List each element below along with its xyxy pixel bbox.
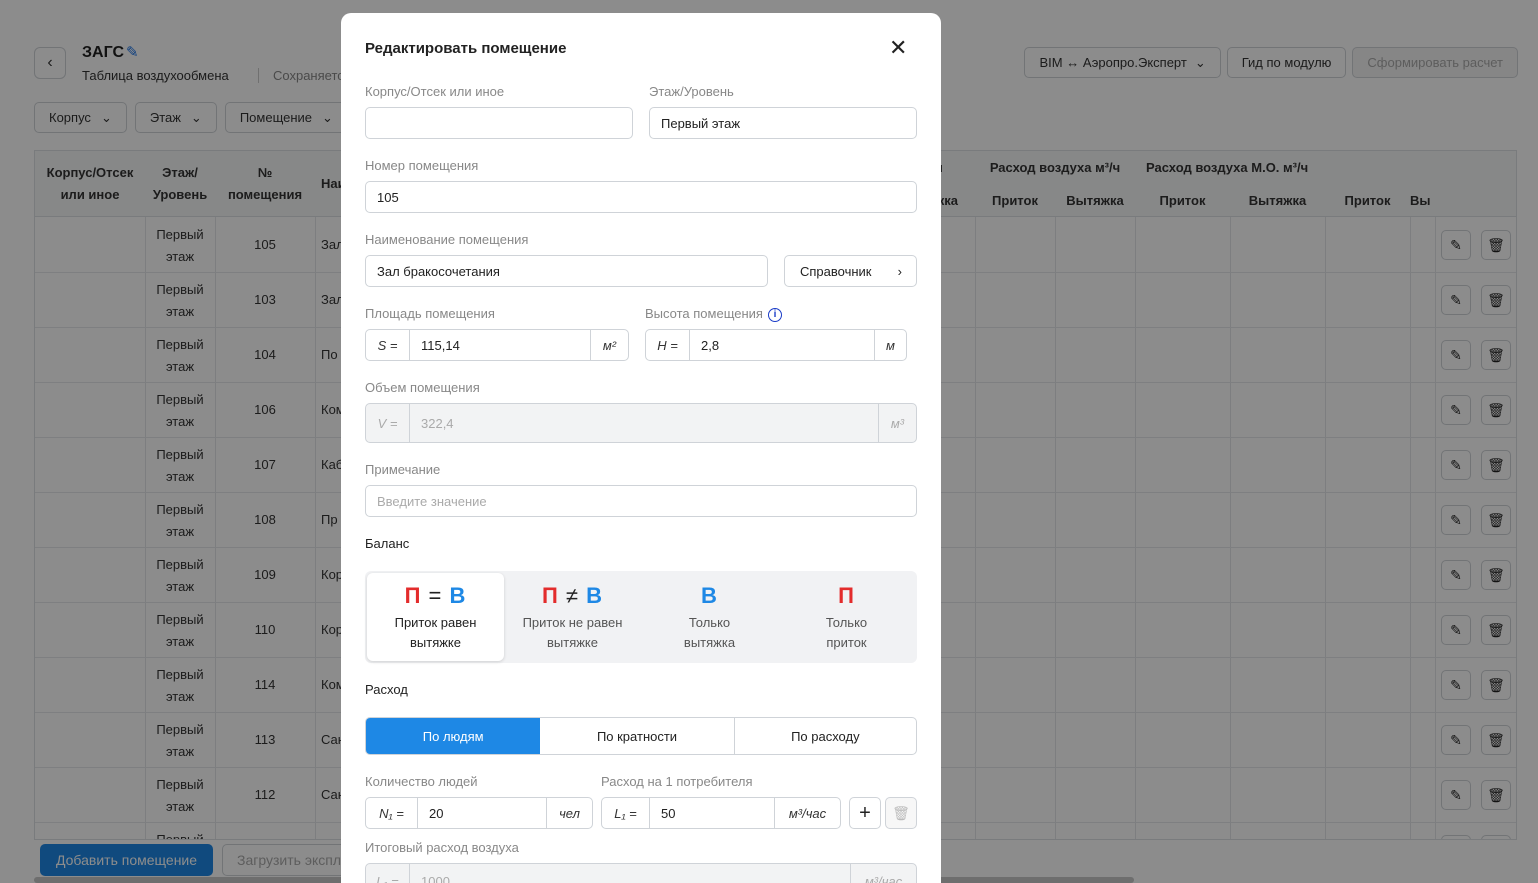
supply-symbol: П [838,583,855,608]
total-flow-prefix: L₁ = [366,864,410,883]
supply-symbol: П [404,583,422,608]
exhaust-symbol: В [701,583,718,608]
total-flow-field: L₁ = 1000 м³/час [365,863,917,883]
balance-option-line1: Только [825,615,868,630]
height-field[interactable]: H = 2,8 м [645,329,907,361]
operator-symbol: = [428,583,443,608]
tab-by-rate[interactable]: По кратности [540,718,735,754]
balance-option-line2: вытяжке [409,635,461,650]
area-prefix: S = [366,330,410,360]
per-consumer-unit: м³/час [774,798,840,828]
room-number-label: Номер помещения [365,158,479,173]
room-name-field[interactable]: Зал бракосочетания [365,255,768,287]
chevron-right-icon: › [897,263,902,279]
height-unit: м [874,330,906,360]
balance-option-line1: Приток равен [394,615,477,630]
flow-label: Расход [365,682,408,697]
directory-label: Справочник [800,263,872,279]
balance-option-line1: Только [688,615,731,630]
balance-option-line2: вытяжка [683,635,736,650]
trash-icon[interactable]: 🗑 [885,797,917,829]
flow-mode-tabs: По людям По кратности По расходу [365,717,917,755]
balance-supply-only-option[interactable]: П Только приток [778,573,915,661]
app-window: ‹ ЗАГС ✎ Таблица воздухообмена Сохраняет… [0,0,1538,883]
level-field[interactable]: Первый этаж [649,107,917,139]
room-name-label: Наименование помещения [365,232,529,247]
balance-label: Баланс [365,536,410,551]
tab-by-flow[interactable]: По расходу [735,718,916,754]
balance-symbol: П ≠ В [504,583,641,613]
balance-symbol: П = В [367,583,504,613]
plus-icon[interactable]: + [849,797,881,829]
balance-selector: П = В Приток равен вытяжке П ≠ В Приток … [365,571,917,663]
exhaust-symbol: В [449,583,467,608]
balance-option-line2: приток [826,635,867,650]
room-number-field[interactable]: 105 [365,181,917,213]
info-icon[interactable]: i [767,307,782,322]
edit-room-dialog: Редактировать помещение ✕ Корпус/Отсек и… [341,13,941,883]
dialog-title: Редактировать помещение [365,40,567,57]
building-label: Корпус/Отсек или иное [365,84,505,99]
total-flow-unit: м³/час [850,864,916,883]
people-label: Количество людей [365,774,478,789]
per-consumer-value[interactable]: 50 [650,806,774,821]
height-value[interactable]: 2,8 [690,338,874,353]
note-label: Примечание [365,462,441,477]
area-field[interactable]: S = 115,14 м² [365,329,629,361]
height-label: Высота помещения i [645,306,782,322]
volume-label: Объем помещения [365,380,480,395]
per-consumer-label: Расход на 1 потребителя [601,774,753,789]
balance-equal-option[interactable]: П = В Приток равен вытяжке [367,573,504,661]
height-prefix: H = [646,330,690,360]
balance-exhaust-only-option[interactable]: В Только вытяжка [641,573,778,661]
directory-button[interactable]: Справочник › [784,255,917,287]
total-flow-value: 1000 [421,873,450,883]
people-value[interactable]: 20 [418,806,546,821]
height-label-text: Высота помещения [645,306,763,321]
supply-symbol: П [541,583,559,608]
close-icon[interactable]: ✕ [889,37,907,59]
volume-prefix: V = [366,404,410,442]
total-flow-label: Итоговый расход воздуха [365,840,519,855]
area-unit: м² [590,330,628,360]
per-consumer-field[interactable]: L₁ = 50 м³/час [601,797,841,829]
note-field[interactable]: Введите значение [365,485,917,517]
people-field[interactable]: N₁ = 20 чел [365,797,593,829]
balance-not-equal-option[interactable]: П ≠ В Приток не равен вытяжке [504,573,641,661]
building-field[interactable] [365,107,633,139]
people-unit: чел [546,798,592,828]
area-value[interactable]: 115,14 [410,338,590,353]
per-consumer-prefix: L₁ = [602,798,650,828]
volume-value: 322,4 [421,415,454,431]
balance-option-line1: Приток не равен [522,615,623,630]
tab-by-people[interactable]: По людям [366,718,541,754]
volume-field: V = 322,4 м³ [365,403,917,443]
exhaust-symbol: В [586,583,604,608]
balance-symbol: П [778,583,915,613]
balance-symbol: В [641,583,778,613]
area-label: Площадь помещения [365,306,495,321]
people-prefix: N₁ = [366,798,418,828]
operator-symbol: ≠ [565,583,579,608]
volume-unit: м³ [878,404,916,442]
balance-option-line2: вытяжке [546,635,598,650]
level-label: Этаж/Уровень [649,84,734,99]
